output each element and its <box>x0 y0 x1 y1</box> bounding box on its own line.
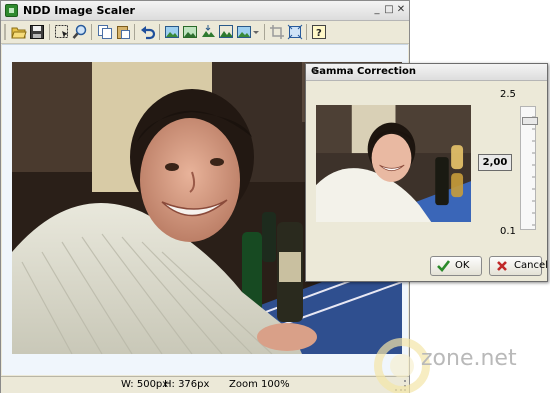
checkmark-icon <box>436 259 451 273</box>
image-icon-3[interactable] <box>218 24 234 40</box>
app-icon <box>5 4 18 17</box>
gamma-dialog: Gamma Correction ✕ 2.5 0.1 2,00 OK Cance… <box>305 63 548 282</box>
undo-icon[interactable] <box>140 24 156 40</box>
paste-icon[interactable] <box>115 24 131 40</box>
open-icon[interactable] <box>11 24 27 40</box>
select-icon[interactable] <box>54 24 70 40</box>
toolbar-separator <box>91 24 92 40</box>
crop-icon[interactable] <box>269 24 285 40</box>
close-button[interactable]: ✕ <box>395 4 407 16</box>
watermark-text: zone.net <box>421 346 517 371</box>
zoom-icon[interactable] <box>72 24 88 40</box>
chevron-down-icon[interactable] <box>252 24 260 40</box>
toolbar-separator <box>264 24 265 40</box>
toolbar-separator <box>306 24 307 40</box>
close-icon <box>495 259 509 273</box>
toolbar-separator <box>134 24 135 40</box>
help-icon[interactable]: ? <box>311 24 327 40</box>
gamma-slider-thumb[interactable] <box>522 117 538 125</box>
copy-icon[interactable] <box>97 24 113 40</box>
svg-text:?: ? <box>316 28 322 39</box>
cancel-button-label: Cancel <box>514 260 548 271</box>
fit-icon[interactable] <box>287 24 303 40</box>
window-title: NDD Image Scaler <box>23 4 135 17</box>
save-icon[interactable] <box>29 24 45 40</box>
ok-button-label: OK <box>455 260 470 271</box>
ok-button[interactable]: OK <box>430 256 482 276</box>
dialog-close-button[interactable]: ✕ <box>311 66 543 77</box>
status-zoom: Zoom 100% <box>229 379 290 390</box>
status-width: W: 500px <box>121 379 169 390</box>
toolbar-separator <box>159 24 160 40</box>
scale-max-label: 2.5 <box>500 89 516 100</box>
status-bar: W: 500px H: 376px Zoom 100% <box>1 376 409 393</box>
gamma-value: 2,00 <box>478 154 512 171</box>
title-bar[interactable]: NDD Image Scaler _ □ ✕ <box>1 1 409 21</box>
scale-min-label: 0.1 <box>500 226 516 237</box>
image-icon-2[interactable] <box>182 24 198 40</box>
toolbar-grip[interactable] <box>4 24 6 40</box>
cancel-button[interactable]: Cancel <box>489 256 548 276</box>
toolbar: ? <box>1 21 409 44</box>
image-menu-icon[interactable] <box>236 24 252 40</box>
dialog-title-bar[interactable]: Gamma Correction ✕ <box>306 64 547 81</box>
maximize-button[interactable]: □ <box>383 4 395 16</box>
minimize-button[interactable]: _ <box>371 4 383 16</box>
image-icon-1[interactable] <box>164 24 180 40</box>
resize-icon[interactable] <box>200 24 216 40</box>
status-height: H: 376px <box>164 379 210 390</box>
preview-image <box>316 105 471 222</box>
toolbar-separator <box>49 24 50 40</box>
